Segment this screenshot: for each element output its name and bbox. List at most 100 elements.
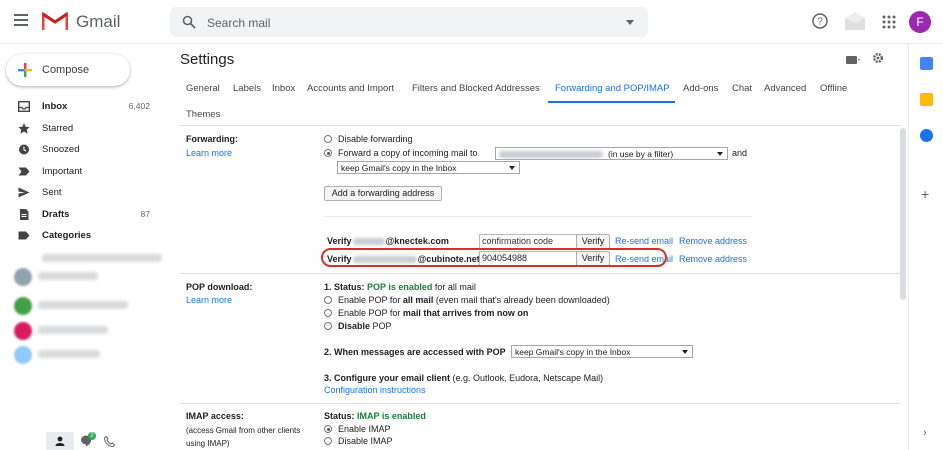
sidebar-item-snoozed[interactable]: Snoozed <box>0 139 160 161</box>
search-icon[interactable] <box>182 15 196 29</box>
imap-status: Status: IMAP is enabled <box>324 411 426 421</box>
help-icon[interactable]: ? <box>812 13 828 29</box>
settings-scrollbar[interactable] <box>900 128 906 300</box>
hangouts-bar: 2 <box>0 432 160 450</box>
important-icon <box>18 167 30 175</box>
search-input[interactable]: Search mail <box>207 16 270 30</box>
account-avatar[interactable]: F <box>909 11 931 33</box>
pop-learn-more-link[interactable]: Learn more <box>186 295 232 305</box>
disable-imap-radio[interactable] <box>324 437 332 445</box>
sidebar-item-label: Sent <box>42 187 62 198</box>
drafts-count: 87 <box>140 208 150 219</box>
forward-action-value: keep Gmail's copy in the Inbox <box>341 163 457 173</box>
disable-forwarding-option[interactable]: Disable forwarding <box>324 134 413 144</box>
pop-option-text: Enable POP for <box>338 308 401 318</box>
confirmation-code-input-1[interactable]: confirmation code <box>479 234 577 249</box>
imap-access-label: IMAP access: <box>186 411 244 421</box>
calendar-icon[interactable] <box>920 57 933 70</box>
pop-all-mail-option[interactable]: Enable POP for all mail (even mail that'… <box>324 295 610 305</box>
pop-access-value: keep Gmail's copy in the Inbox <box>515 347 631 357</box>
pop-from-now-radio[interactable] <box>324 309 332 317</box>
blurred-contact[interactable] <box>14 266 154 286</box>
tasks-icon[interactable] <box>920 129 933 142</box>
forward-copy-option[interactable]: Forward a copy of incoming mail to <box>324 148 478 158</box>
compose-label: Compose <box>42 64 90 76</box>
forwarding-label: Forwarding: <box>186 134 238 144</box>
pop-status-suffix: for all mail <box>434 282 476 292</box>
notification-box-icon[interactable] <box>844 10 866 32</box>
pop-status: 1. Status: POP is enabled for all mail <box>324 282 476 292</box>
pop-option-text: Enable POP for <box>338 295 401 305</box>
blurred-contact[interactable] <box>14 344 154 364</box>
chevron-down-icon <box>682 350 688 354</box>
keep-icon[interactable] <box>920 93 933 106</box>
blurred-contact[interactable] <box>14 295 154 315</box>
gmail-logo-icon[interactable] <box>42 11 68 31</box>
imap-note-1: (access Gmail from other clients <box>186 426 301 435</box>
tab-accounts-and-import[interactable]: Accounts and Import <box>307 83 394 94</box>
contacts-tab[interactable] <box>46 432 74 450</box>
forwarding-learn-more-link[interactable]: Learn more <box>186 148 232 158</box>
tab-chat[interactable]: Chat <box>732 83 752 94</box>
sidebar-item-categories[interactable]: Categories <box>0 225 160 247</box>
compose-button[interactable]: Compose <box>6 54 130 86</box>
imap-status-value: IMAP is enabled <box>357 411 426 421</box>
pop-option-bold: Disable <box>338 321 371 331</box>
tab-forwarding-pop-imap[interactable]: Forwarding and POP/IMAP <box>555 83 670 94</box>
tab-offline[interactable]: Offline <box>820 83 847 94</box>
remove-address-link-2[interactable]: Remove address <box>679 254 747 264</box>
sidebar-item-important[interactable]: Important <box>0 161 160 183</box>
tab-general[interactable]: General <box>186 83 220 94</box>
disable-forwarding-radio[interactable] <box>324 135 332 143</box>
sidebar-item-inbox[interactable]: Inbox 6,402 <box>0 96 160 118</box>
blurred-contact[interactable] <box>14 320 154 340</box>
search-options-icon[interactable] <box>626 20 634 25</box>
search-bar[interactable]: Search mail <box>170 7 648 37</box>
tab-filters[interactable]: Filters and Blocked Addresses <box>412 83 540 94</box>
pop-from-now-option[interactable]: Enable POP for mail that arrives from no… <box>324 308 528 318</box>
forward-copy-radio[interactable] <box>324 149 332 157</box>
sidebar-item-label: Inbox <box>42 101 68 112</box>
sidebar-item-sent[interactable]: Sent <box>0 182 160 204</box>
remove-address-link-1[interactable]: Remove address <box>679 236 747 246</box>
tab-add-ons[interactable]: Add-ons <box>683 83 718 94</box>
gmail-wordmark[interactable]: Gmail <box>76 12 120 32</box>
top-bar: Gmail Search mail ? F <box>0 0 943 44</box>
star-icon <box>18 122 30 134</box>
divider <box>180 273 900 274</box>
forward-address-select[interactable]: (in use by a filter) <box>495 147 728 160</box>
blurred-contact[interactable] <box>14 248 162 268</box>
and-label: and <box>732 148 748 158</box>
sidebar-item-starred[interactable]: Starred <box>0 118 160 140</box>
disable-imap-option[interactable]: Disable IMAP <box>324 436 393 446</box>
sidebar-item-drafts[interactable]: Drafts 87 <box>0 204 160 226</box>
pop-disable-radio[interactable] <box>324 322 332 330</box>
pop-disable-option[interactable]: Disable POP <box>324 321 392 331</box>
tab-themes[interactable]: Themes <box>186 109 220 120</box>
pop-all-mail-radio[interactable] <box>324 296 332 304</box>
resend-email-link-1[interactable]: Re-send email <box>615 236 673 246</box>
enable-imap-label: Enable IMAP <box>338 424 391 434</box>
tab-labels[interactable]: Labels <box>233 83 261 94</box>
add-forwarding-address-button[interactable]: Add a forwarding address <box>324 186 442 201</box>
pop-status-prefix: 1. Status: <box>324 282 365 292</box>
tab-advanced[interactable]: Advanced <box>764 83 806 94</box>
pop-step-3: 3. Configure your email client (e.g. Out… <box>324 373 603 383</box>
tab-inbox[interactable]: Inbox <box>272 83 295 94</box>
pop-access-select[interactable]: keep Gmail's copy in the Inbox <box>511 345 693 358</box>
add-addon-icon[interactable]: + <box>921 187 929 201</box>
verify-button-1[interactable]: Verify <box>576 234 610 249</box>
configuration-instructions-link[interactable]: Configuration instructions <box>324 385 426 395</box>
forward-action-select[interactable]: keep Gmail's copy in the Inbox <box>337 161 520 174</box>
disable-forwarding-label: Disable forwarding <box>338 134 413 144</box>
phone-icon[interactable] <box>104 436 115 447</box>
main-menu-icon[interactable] <box>14 14 28 26</box>
gear-icon[interactable] <box>872 52 884 64</box>
enable-imap-option[interactable]: Enable IMAP <box>324 424 391 434</box>
sidebar-item-label: Snoozed <box>42 144 80 155</box>
enable-imap-radio[interactable] <box>324 425 332 433</box>
apps-grid-icon[interactable] <box>882 15 896 29</box>
keyboard-icon[interactable] <box>846 56 860 64</box>
forward-copy-label: Forward a copy of incoming mail to <box>338 148 478 158</box>
expand-panel-icon[interactable]: › <box>923 428 927 439</box>
